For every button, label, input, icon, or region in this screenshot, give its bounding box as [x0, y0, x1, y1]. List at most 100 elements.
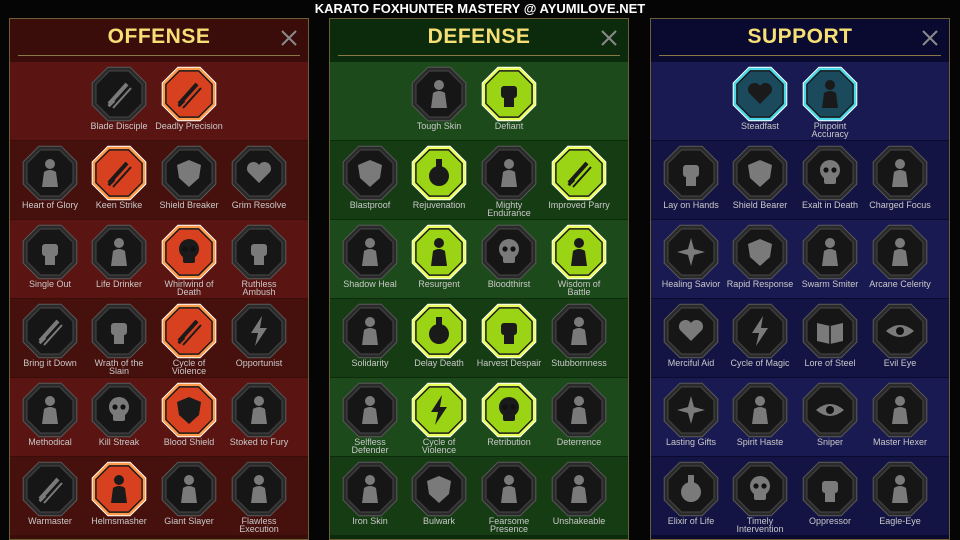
skill-node[interactable]: Flawless Execution	[224, 459, 294, 534]
skill-node[interactable]: Cycle of Violence	[404, 380, 474, 455]
skill-node[interactable]: Delay Death	[404, 301, 474, 368]
panel-header: SUPPORT	[651, 19, 949, 57]
skill-node[interactable]: Helmsmasher	[84, 459, 154, 526]
skill-node[interactable]: Fearsome Presence	[474, 459, 544, 534]
skill-node[interactable]: Shield Breaker	[154, 143, 224, 210]
hourglass-icon	[409, 301, 469, 361]
heart-skull-icon	[479, 222, 539, 282]
close-icon[interactable]	[921, 29, 939, 47]
panel-divider	[338, 55, 620, 56]
skill-node[interactable]: Pinpoint Accuracy	[795, 64, 865, 139]
dash-figure-icon	[340, 380, 400, 440]
skill-node[interactable]: Deadly Precision	[154, 64, 224, 131]
close-icon[interactable]	[280, 29, 298, 47]
panel-defense: DEFENSE Tough Skin Defiant Blastproof Rejuve…	[329, 18, 629, 540]
skill-node[interactable]: Shield Bearer	[725, 143, 795, 210]
skill-node[interactable]: Warmaster	[15, 459, 85, 526]
skill-node[interactable]: Giant Slayer	[154, 459, 224, 526]
horned-helm-icon	[20, 143, 80, 203]
skill-node[interactable]: Heart of Glory	[15, 143, 85, 210]
comet-icon	[730, 301, 790, 361]
skill-node[interactable]: Cycle of Violence	[154, 301, 224, 376]
star-icon	[661, 380, 721, 440]
close-icon[interactable]	[600, 29, 618, 47]
skill-node[interactable]: Exalt in Death	[795, 143, 865, 210]
chained-heart-icon	[661, 301, 721, 361]
skill-label: Pinpoint Accuracy	[811, 121, 849, 139]
skill-node[interactable]: Master Hexer	[865, 380, 935, 447]
eye-icon	[800, 380, 860, 440]
skill-node[interactable]: Merciful Aid	[656, 301, 726, 368]
skill-node[interactable]: Healing Savior	[656, 222, 726, 289]
skill-node[interactable]: Blade Disciple	[84, 64, 154, 131]
skill-node[interactable]: Sniper	[795, 380, 865, 447]
skill-node[interactable]: Ruthless Ambush	[224, 222, 294, 297]
skill-node[interactable]: Improved Parry	[544, 143, 614, 210]
skill-node[interactable]: Lasting Gifts	[656, 380, 726, 447]
skill-node[interactable]: Lay on Hands	[656, 143, 726, 210]
skull-icon	[89, 380, 149, 440]
skill-node[interactable]: Grim Resolve	[224, 143, 294, 210]
panel-divider	[659, 55, 941, 56]
skill-node[interactable]: Whirlwind of Death	[154, 222, 224, 297]
skill-node[interactable]: Shadow Heal	[335, 222, 405, 289]
skill-node[interactable]: Bring it Down	[15, 301, 85, 368]
spider-icon	[20, 380, 80, 440]
skill-node[interactable]: Wrath of the Slain	[84, 301, 154, 376]
skill-node[interactable]: Selfless Defender	[335, 380, 405, 455]
skill-node[interactable]: Elixir of Life	[656, 459, 726, 526]
boot-icon	[730, 380, 790, 440]
skill-node[interactable]: Steadfast	[725, 64, 795, 131]
skill-node[interactable]: Single Out	[15, 222, 85, 289]
skill-node[interactable]: Rapid Response	[725, 222, 795, 289]
skill-node[interactable]: Harvest Despair	[474, 301, 544, 368]
skill-node[interactable]: Unshakeable	[544, 459, 614, 526]
skill-node[interactable]: Bloodthirst	[474, 222, 544, 289]
dagger-icon	[159, 64, 219, 124]
skill-node[interactable]: Stubbornness	[544, 301, 614, 368]
skill-node[interactable]: Tough Skin	[404, 64, 474, 131]
skill-node[interactable]: Opportunist	[224, 301, 294, 368]
skill-node[interactable]: Keen Strike	[84, 143, 154, 210]
skill-node[interactable]: Kill Streak	[84, 380, 154, 447]
helm-icon	[89, 459, 149, 519]
skill-node[interactable]: Mighty Endurance	[474, 143, 544, 218]
skill-node[interactable]: Spirit Haste	[725, 380, 795, 447]
skull-drops-icon	[800, 143, 860, 203]
skill-node[interactable]: Rejuvenation	[404, 143, 474, 210]
skill-node[interactable]: Charged Focus	[865, 143, 935, 210]
skill-node[interactable]: Stoked to Fury	[224, 380, 294, 447]
skill-node[interactable]: Arcane Celerity	[865, 222, 935, 289]
chain-lightning-icon	[229, 301, 289, 361]
skill-node[interactable]: Retribution	[474, 380, 544, 447]
skill-node[interactable]: Timely Intervention	[725, 459, 795, 534]
skill-label: Wrath of the Slain	[94, 358, 144, 376]
skill-node[interactable]: Defiant	[474, 64, 544, 131]
skill-node[interactable]: Solidarity	[335, 301, 405, 368]
evil-eye-icon	[870, 301, 930, 361]
hand-heart-icon	[730, 64, 790, 124]
skill-node[interactable]: Lore of Steel	[795, 301, 865, 368]
skill-node[interactable]: Life Drinker	[84, 222, 154, 289]
axe-icon	[159, 301, 219, 361]
skill-node[interactable]: Oppressor	[795, 459, 865, 526]
skill-label: Selfless Defender	[351, 437, 389, 455]
skill-node[interactable]: Blastproof	[335, 143, 405, 210]
panel-title: DEFENSE	[427, 25, 531, 48]
skill-node[interactable]: Eagle-Eye	[865, 459, 935, 526]
skill-node[interactable]: Swarm Smiter	[795, 222, 865, 289]
skill-node[interactable]: Cycle of Magic	[725, 301, 795, 368]
skill-node[interactable]: Bulwark	[404, 459, 474, 526]
skill-node[interactable]: Wisdom of Battle	[544, 222, 614, 297]
shadow-figure-icon	[340, 222, 400, 282]
skill-node[interactable]: Blood Shield	[154, 380, 224, 447]
skill-node[interactable]: Deterrence	[544, 380, 614, 447]
iron-figure-icon	[340, 459, 400, 519]
skill-node[interactable]: Evil Eye	[865, 301, 935, 368]
skill-node[interactable]: Methodical	[15, 380, 85, 447]
skill-node[interactable]: Resurgent	[404, 222, 474, 289]
panel-divider	[18, 55, 300, 56]
down-blade-icon	[20, 301, 80, 361]
sword-sparks-icon	[20, 459, 80, 519]
skill-node[interactable]: Iron Skin	[335, 459, 405, 526]
